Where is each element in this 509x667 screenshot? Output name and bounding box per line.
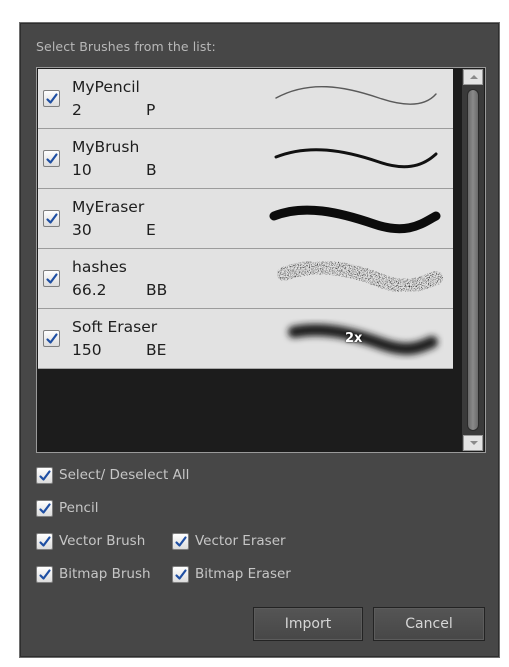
pencil-checkbox[interactable] xyxy=(36,499,53,517)
list-scrollbar[interactable] xyxy=(462,69,484,451)
vector-eraser-label: Vector Eraser xyxy=(195,533,286,549)
check-icon xyxy=(46,213,58,224)
vector-brush-option[interactable]: Vector Brush xyxy=(36,532,145,550)
arrow-up-icon xyxy=(470,75,478,79)
import-button[interactable]: Import xyxy=(253,607,363,641)
vector-eraser-option[interactable]: Vector Eraser xyxy=(172,532,286,550)
brush-list: MyPencil 2 P MyBrush 10 B MyEraser 30 E … xyxy=(38,69,453,369)
brush-size: 10 xyxy=(72,161,92,179)
brush-shortcut: E xyxy=(146,221,156,239)
bitmap-brush-option[interactable]: Bitmap Brush xyxy=(36,565,151,583)
pencil-option[interactable]: Pencil xyxy=(36,499,98,517)
brush-name: MyPencil xyxy=(72,78,140,96)
select-all-option[interactable]: Select/ Deselect All xyxy=(36,466,189,484)
brush-name: MyBrush xyxy=(72,138,140,156)
check-icon xyxy=(175,568,187,580)
vector-brush-label: Vector Brush xyxy=(59,533,146,549)
check-icon xyxy=(46,153,58,164)
texture-stroke-preview xyxy=(277,260,443,293)
brush-row[interactable]: Soft Eraser 150 BE 2x xyxy=(38,309,453,369)
brush-checkbox[interactable] xyxy=(43,330,60,347)
brush-size: 2 xyxy=(72,101,82,119)
scale-badge: 2x xyxy=(345,331,363,346)
bitmap-eraser-option[interactable]: Bitmap Eraser xyxy=(172,565,291,583)
brush-checkbox[interactable] xyxy=(43,150,60,167)
bitmap-eraser-label: Bitmap Eraser xyxy=(195,566,291,582)
brush-size: 150 xyxy=(72,341,102,359)
bitmap-brush-label: Bitmap Brush xyxy=(59,566,151,582)
brush-name: Soft Eraser xyxy=(72,318,158,336)
brush-checkbox[interactable] xyxy=(43,210,60,227)
scroll-down-button[interactable] xyxy=(463,435,483,451)
check-icon xyxy=(39,502,51,514)
brush-shortcut: BE xyxy=(146,341,167,359)
arrow-down-icon xyxy=(470,441,478,445)
brush-shortcut: BB xyxy=(146,281,168,299)
pencil-label: Pencil xyxy=(59,500,99,516)
bitmap-brush-checkbox[interactable] xyxy=(36,565,53,583)
check-icon xyxy=(46,93,58,104)
check-icon xyxy=(175,535,187,547)
brush-row[interactable]: MyEraser 30 E xyxy=(38,189,453,249)
scroll-up-button[interactable] xyxy=(463,69,483,85)
check-icon xyxy=(46,273,58,284)
brush-row[interactable]: MyBrush 10 B xyxy=(38,129,453,189)
brush-size: 30 xyxy=(72,221,92,239)
bitmap-eraser-checkbox[interactable] xyxy=(172,565,189,583)
brush-row[interactable]: MyPencil 2 P xyxy=(38,69,453,129)
select-all-label: Select/ Deselect All xyxy=(59,467,190,483)
scroll-thumb[interactable] xyxy=(467,89,479,431)
brush-row[interactable]: hashes 66.2 BB xyxy=(38,249,453,309)
pencil-stroke-preview xyxy=(275,85,437,105)
vector-brush-checkbox[interactable] xyxy=(36,532,53,550)
brush-name: MyEraser xyxy=(72,198,145,216)
check-icon xyxy=(39,535,51,547)
vector-eraser-checkbox[interactable] xyxy=(172,532,189,550)
brush-shortcut: P xyxy=(146,101,156,119)
import-brushes-dialog: Select Brushes from the list: MyPencil 2… xyxy=(19,22,500,658)
brush-size: 66.2 xyxy=(72,281,107,299)
cancel-button[interactable]: Cancel xyxy=(373,607,485,641)
brush-list-frame: MyPencil 2 P MyBrush 10 B MyEraser 30 E … xyxy=(36,67,486,453)
check-icon xyxy=(46,333,58,344)
check-icon xyxy=(39,568,51,580)
eraser-stroke-preview xyxy=(269,205,441,234)
brush-stroke-preview xyxy=(274,148,438,169)
brush-name: hashes xyxy=(72,258,127,276)
brush-checkbox[interactable] xyxy=(43,270,60,287)
brush-checkbox[interactable] xyxy=(43,90,60,107)
check-icon xyxy=(39,469,51,481)
brush-shortcut: B xyxy=(146,161,157,179)
dialog-prompt: Select Brushes from the list: xyxy=(36,39,216,54)
select-all-checkbox[interactable] xyxy=(36,466,53,484)
